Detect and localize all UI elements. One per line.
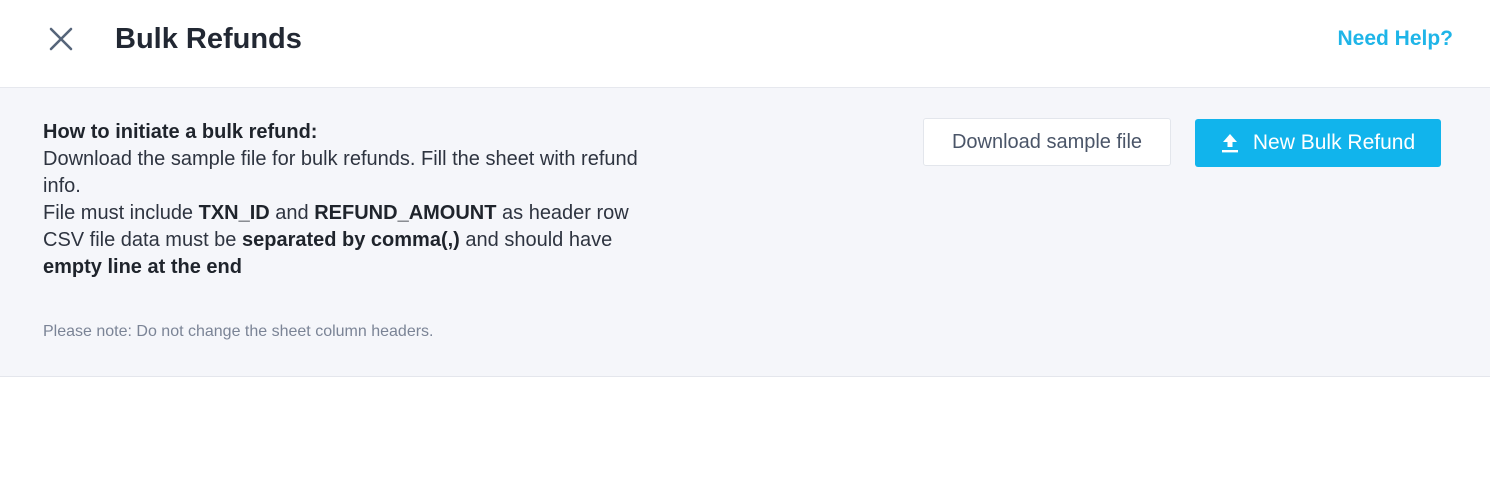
page-title: Bulk Refunds [115, 23, 302, 55]
upload-icon [1221, 133, 1239, 153]
instruction-line-1: Download the sample file for bulk refund… [43, 148, 638, 197]
close-button[interactable] [44, 24, 78, 54]
bulk-refund-panel: How to initiate a bulk refund: Download … [0, 88, 1490, 377]
close-icon [49, 27, 73, 51]
new-bulk-refund-label: New Bulk Refund [1252, 131, 1416, 154]
instruction-line-2: File must include TXN_ID and REFUND_AMOU… [43, 202, 629, 224]
instructions-heading: How to initiate a bulk refund: [43, 121, 318, 143]
note-text: Please note: Do not change the sheet col… [43, 323, 434, 340]
new-bulk-refund-button[interactable]: New Bulk Refund [1195, 119, 1441, 167]
header-bar: Bulk Refunds Need Help? [0, 0, 1490, 88]
download-sample-button[interactable]: Download sample file [923, 118, 1171, 166]
need-help-link[interactable]: Need Help? [1337, 24, 1453, 54]
instructions: How to initiate a bulk refund: Download … [43, 119, 643, 281]
instruction-line-3: CSV file data must be separated by comma… [43, 229, 613, 278]
